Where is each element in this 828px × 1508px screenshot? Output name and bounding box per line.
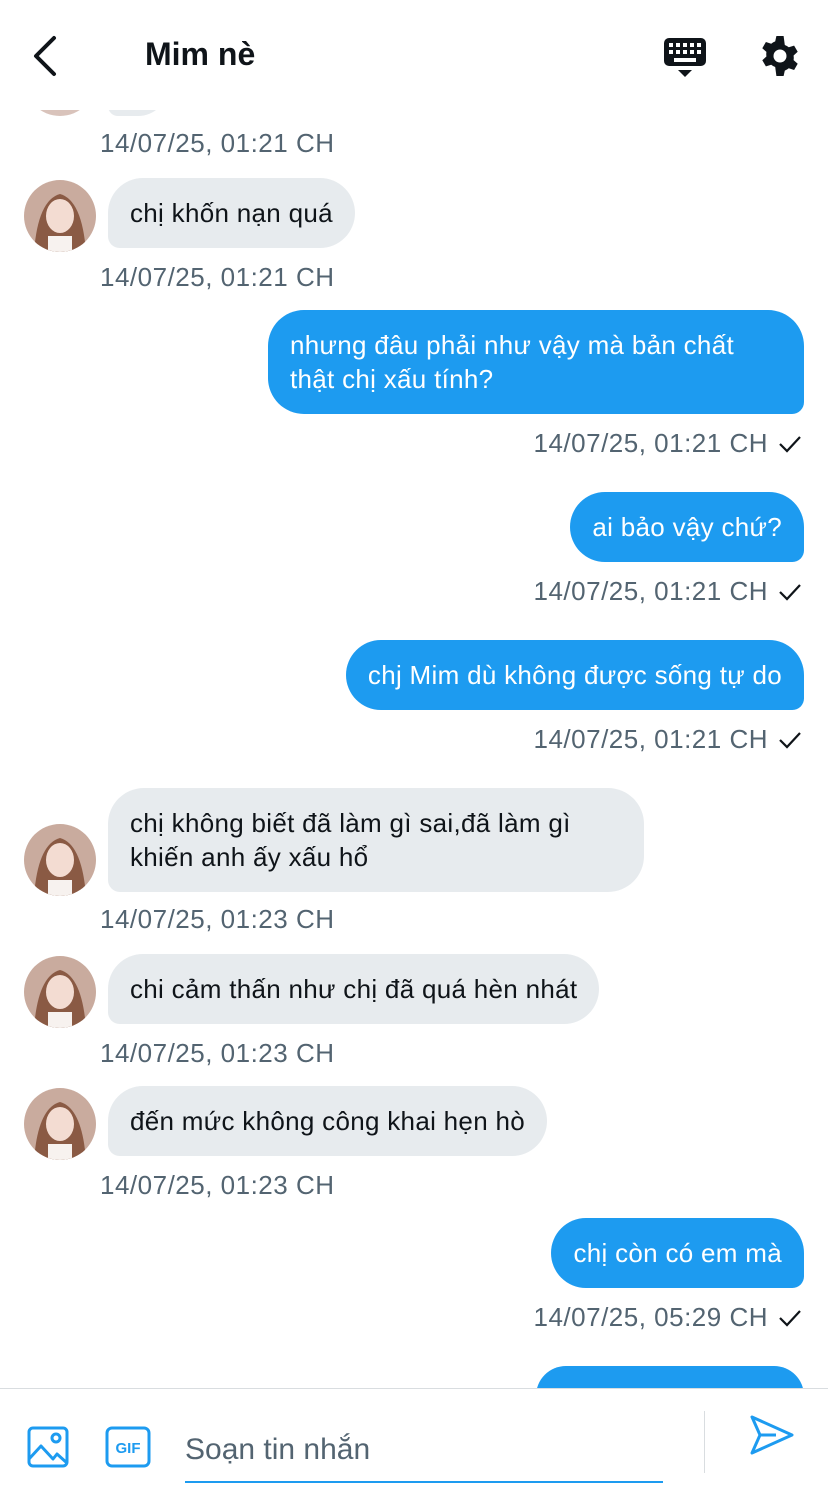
page-title: Mim nè xyxy=(145,36,256,72)
message-bubble[interactable]: nhưng đâu phải như vậy mà bản chất thật … xyxy=(268,310,804,414)
avatar[interactable] xyxy=(24,180,96,252)
checkmark-icon xyxy=(779,1309,801,1327)
message-bubble[interactable]: chị khốn nạn quá xyxy=(108,178,355,248)
message-bubble[interactable]: chi cảm thấn như chị đã quá hèn nhát xyxy=(108,954,600,1024)
chat-header: Mim nè xyxy=(0,0,828,110)
message-list[interactable]: 14/07/25, 01:21 CH chị khốn nạn quá 14/0… xyxy=(0,0,828,1388)
message-timestamp: 14/07/25, 01:23 CH xyxy=(100,1170,335,1200)
checkmark-icon xyxy=(779,435,801,453)
message-bubble[interactable]: đến mức không công khai hẹn hò xyxy=(108,1086,548,1156)
message-composer: GIF xyxy=(0,1388,828,1508)
message-timestamp: 14/07/25, 01:21 CH xyxy=(534,428,803,459)
message-bubble[interactable]: chị không biết đã làm gì sai,đã làm gì k… xyxy=(108,788,644,892)
message-timestamp: 14/07/25, 05:29 CH xyxy=(534,1302,803,1333)
checkmark-icon xyxy=(779,731,801,749)
avatar[interactable] xyxy=(24,824,96,896)
chevron-left-icon[interactable] xyxy=(28,34,68,78)
message-time: 14/07/25, 01:21 CH xyxy=(533,576,768,606)
gif-icon[interactable]: GIF xyxy=(105,1425,151,1469)
message-input[interactable] xyxy=(185,1419,663,1483)
message-timestamp: 14/07/25, 01:21 CH xyxy=(100,262,335,292)
avatar[interactable] xyxy=(24,956,96,1028)
avatar[interactable] xyxy=(24,1088,96,1160)
message-timestamp: 14/07/25, 01:21 CH xyxy=(100,128,335,158)
message-timestamp: 14/07/25, 01:21 CH xyxy=(534,576,803,607)
checkmark-icon xyxy=(779,583,801,601)
divider xyxy=(704,1411,705,1473)
message-bubble[interactable]: ai bảo vậy chứ? xyxy=(570,492,804,562)
message-time: 14/07/25, 05:29 CH xyxy=(533,1302,768,1332)
send-icon[interactable] xyxy=(748,1413,796,1457)
message-bubble-partial xyxy=(536,1366,804,1388)
message-bubble[interactable]: chị còn có em mà xyxy=(551,1218,804,1288)
image-icon[interactable] xyxy=(26,1425,70,1469)
message-bubble[interactable]: chj Mim dù không được sống tự do xyxy=(345,640,804,710)
message-timestamp: 14/07/25, 01:21 CH xyxy=(534,724,803,755)
message-timestamp: 14/07/25, 01:23 CH xyxy=(100,1038,335,1068)
keyboard-icon[interactable] xyxy=(660,32,710,82)
message-timestamp: 14/07/25, 01:23 CH xyxy=(100,904,335,934)
message-time: 14/07/25, 01:21 CH xyxy=(533,724,768,754)
gif-label: GIF xyxy=(116,1440,141,1457)
gear-icon[interactable] xyxy=(756,32,804,80)
message-time: 14/07/25, 01:21 CH xyxy=(533,428,768,458)
